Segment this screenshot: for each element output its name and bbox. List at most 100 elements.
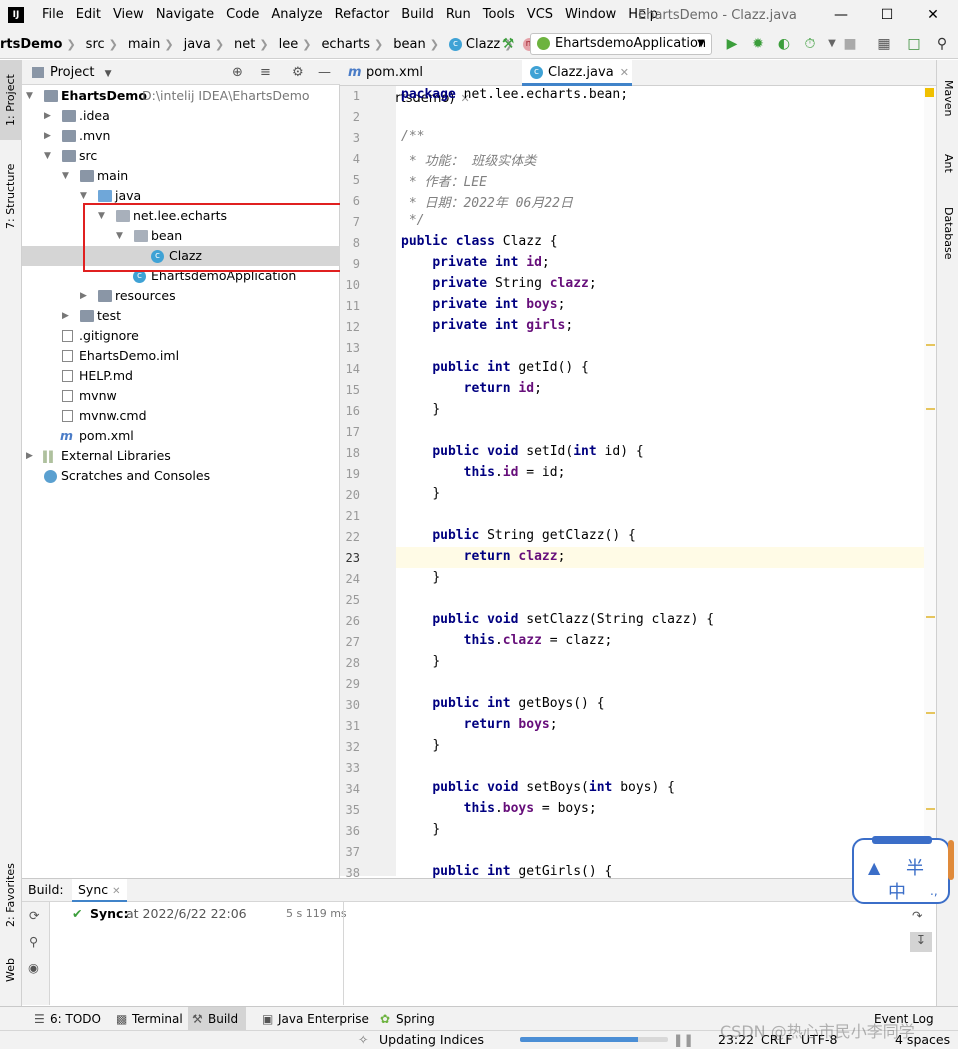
tool-tab-todo[interactable]: ☰ 6: TODO <box>30 1007 101 1031</box>
debug-icon[interactable]: ✹ <box>750 36 766 52</box>
breadcrumb-src[interactable]: src ❯ <box>80 37 122 52</box>
menu-window[interactable]: Window <box>559 0 622 30</box>
run-icon[interactable]: ▶ <box>724 36 740 52</box>
search-icon[interactable]: ⚲ <box>934 36 950 52</box>
code-line[interactable]: return clazz; <box>401 549 566 564</box>
chevron-right-icon[interactable]: ▶ <box>80 286 90 306</box>
tool-tab-web[interactable]: Web <box>0 950 22 990</box>
scroll-marker[interactable] <box>926 344 935 346</box>
menu-view[interactable]: View <box>107 0 150 30</box>
coverage-icon[interactable]: ◐ <box>776 36 792 52</box>
tool-tab-project[interactable]: 1: Project <box>0 60 22 140</box>
code-line[interactable]: this.clazz = clazz; <box>401 633 613 648</box>
tool-tab-terminal[interactable]: ▩ Terminal <box>112 1007 191 1031</box>
close-icon[interactable]: ✕ <box>620 66 629 79</box>
code-line[interactable]: } <box>401 738 440 753</box>
code-line[interactable]: } <box>401 654 440 669</box>
tree-item-iml[interactable]: EhartsDemo.iml <box>22 346 340 366</box>
close-icon[interactable]: ✕ <box>910 0 956 30</box>
soft-wrap-icon[interactable]: ↷ <box>912 908 922 923</box>
chevron-down-icon[interactable]: ▼ <box>824 36 840 52</box>
code-line[interactable]: /** <box>401 129 424 144</box>
project-view-title[interactable]: Project <box>50 65 94 80</box>
chevron-down-icon[interactable]: ▼ <box>26 86 36 106</box>
chevron-right-icon[interactable]: ▶ <box>62 306 72 326</box>
menu-edit[interactable]: Edit <box>70 0 107 30</box>
code-line[interactable]: public int getGirls() { <box>401 864 612 879</box>
analysis-status-icon[interactable] <box>925 88 934 97</box>
code-line[interactable]: public void setBoys(int boys) { <box>401 780 675 795</box>
gear-icon[interactable]: ⚙ <box>292 60 304 85</box>
tree-item-test[interactable]: ▶ test <box>22 306 340 326</box>
run-configuration-select[interactable]: EhartsdemoApplication ▼ <box>530 33 712 55</box>
tool-tab-database[interactable]: Database <box>937 198 958 268</box>
tree-item-project-root[interactable]: ▼ EhartsDemo D:\intelij IDEA\EhartsDemo <box>22 86 340 106</box>
scroll-marker[interactable] <box>926 808 935 810</box>
tree-item-mvnw[interactable]: mvnw <box>22 386 340 406</box>
code-line[interactable]: * 日期：2022年 06月22日 <box>401 192 573 211</box>
collapse-all-icon[interactable]: ≡ <box>260 60 271 85</box>
code-line[interactable]: public int getBoys() { <box>401 696 604 711</box>
code-line[interactable]: public String getClazz() { <box>401 528 636 543</box>
code-line[interactable]: } <box>401 822 440 837</box>
code-line[interactable]: } <box>401 570 440 585</box>
locate-icon[interactable]: ⊕ <box>232 60 243 85</box>
chevron-right-icon[interactable]: ▶ <box>26 446 36 466</box>
refresh-icon[interactable]: ⟳ <box>29 908 39 923</box>
scroll-to-end-icon[interactable]: ↧ <box>910 932 932 952</box>
tab-clazz-java[interactable]: c Clazz.java ✕ <box>522 60 632 86</box>
code-line[interactable]: * 功能： 班级实体类 <box>401 150 537 169</box>
tool-tab-maven[interactable]: Maven <box>937 68 958 128</box>
hide-icon[interactable]: — <box>318 60 331 85</box>
code-line[interactable]: return boys; <box>401 717 558 732</box>
tab-sync[interactable]: Sync ✕ <box>72 879 127 902</box>
tab-pom-xml[interactable]: m pom.xml (ehartsdemo) ✕ <box>340 60 520 106</box>
tree-item-src[interactable]: ▼ src <box>22 146 340 166</box>
menu-refactor[interactable]: Refactor <box>329 0 396 30</box>
code-line[interactable]: this.boys = boys; <box>401 801 597 816</box>
tree-item-main[interactable]: ▼ main <box>22 166 340 186</box>
code-line[interactable]: package net.lee.echarts.bean; <box>401 87 628 102</box>
tree-item-scratches[interactable]: Scratches and Consoles <box>22 466 340 486</box>
profile-icon[interactable]: ⏱ <box>802 36 818 52</box>
build-hammer-icon[interactable]: ⚒ <box>500 36 516 52</box>
sync-label[interactable]: Sync: <box>90 906 128 921</box>
scroll-marker[interactable] <box>926 408 935 410</box>
project-structure-icon[interactable]: ▦ <box>876 36 892 52</box>
breadcrumb-main[interactable]: main ❯ <box>122 37 178 52</box>
tree-item-resources[interactable]: ▶ resources <box>22 286 340 306</box>
code-line[interactable]: public void setClazz(String clazz) { <box>401 612 714 627</box>
menu-analyze[interactable]: Analyze <box>265 0 328 30</box>
code-line[interactable]: private int girls; <box>401 318 573 333</box>
scroll-marker[interactable] <box>926 712 935 714</box>
pin-icon[interactable]: ⚲ <box>29 934 38 949</box>
indexing-status[interactable]: Updating Indices <box>379 1031 484 1049</box>
breadcrumb-bean[interactable]: bean ❯ <box>387 37 443 52</box>
minimize-icon[interactable]: — <box>818 0 864 30</box>
editor-scrollbar[interactable] <box>924 86 936 876</box>
tool-tab-ant[interactable]: Ant <box>937 138 958 188</box>
code-line[interactable]: * 作者：LEE <box>401 171 487 190</box>
eye-icon[interactable]: ◉ <box>28 960 39 975</box>
menu-tools[interactable]: Tools <box>477 0 521 30</box>
close-icon[interactable]: ✕ <box>112 886 120 897</box>
maximize-icon[interactable]: ☐ <box>864 0 910 30</box>
tree-item-help-md[interactable]: HELP.md <box>22 366 340 386</box>
chevron-right-icon[interactable]: ▶ <box>44 106 54 126</box>
tool-tab-java-enterprise[interactable]: ▣ Java Enterprise <box>258 1007 369 1031</box>
tree-item-mvn[interactable]: ▶ .mvn <box>22 126 340 146</box>
ime-widget[interactable]: ▲ 半 中 ., <box>852 836 950 904</box>
menu-code[interactable]: Code <box>220 0 265 30</box>
code-line[interactable]: */ <box>401 213 425 228</box>
stop-icon[interactable]: ■ <box>842 36 858 52</box>
tree-item-mvnw-cmd[interactable]: mvnw.cmd <box>22 406 340 426</box>
tool-tab-favorites[interactable]: 2: Favorites <box>0 850 22 940</box>
breadcrumb-net[interactable]: net ❯ <box>228 37 273 52</box>
code-line[interactable]: this.id = id; <box>401 465 566 480</box>
tool-tab-spring[interactable]: ✿ Spring <box>376 1007 435 1031</box>
tree-item-idea[interactable]: ▶ .idea <box>22 106 340 126</box>
breadcrumb-project[interactable]: rtsDemo ❯ <box>0 37 80 52</box>
menu-navigate[interactable]: Navigate <box>150 0 220 30</box>
scroll-marker[interactable] <box>926 616 935 618</box>
pause-icon[interactable]: ❚❚ <box>673 1031 694 1049</box>
